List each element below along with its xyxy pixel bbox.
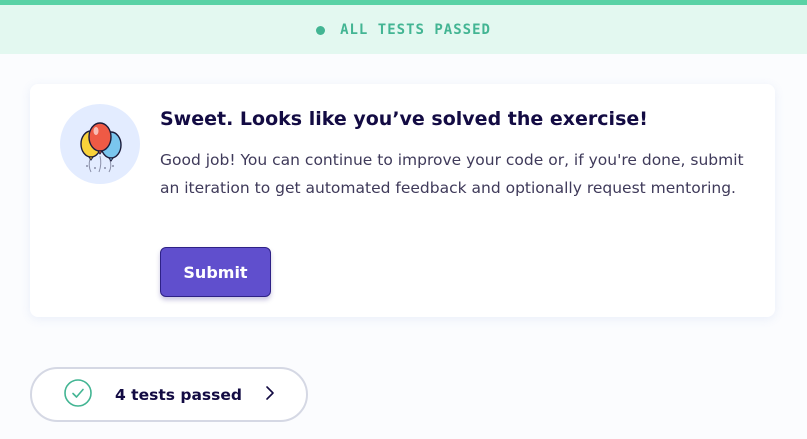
success-title: Sweet. Looks like you’ve solved the exer…: [160, 108, 648, 130]
check-circle-icon: [32, 378, 93, 412]
status-text: ALL TESTS PASSED: [340, 21, 491, 38]
tests-status-banner: ALL TESTS PASSED: [0, 0, 807, 54]
status-dot-icon: [316, 25, 326, 35]
tests-summary-button[interactable]: 4 tests passed: [30, 367, 308, 422]
success-description: Good job! You can continue to improve yo…: [160, 151, 744, 197]
chevron-right-icon: [242, 385, 276, 405]
success-card: Sweet. Looks like you’ve solved the exer…: [30, 84, 775, 317]
tests-summary-label: 4 tests passed: [115, 385, 242, 404]
balloons-icon: [60, 104, 140, 184]
submit-button[interactable]: Submit: [160, 247, 271, 297]
